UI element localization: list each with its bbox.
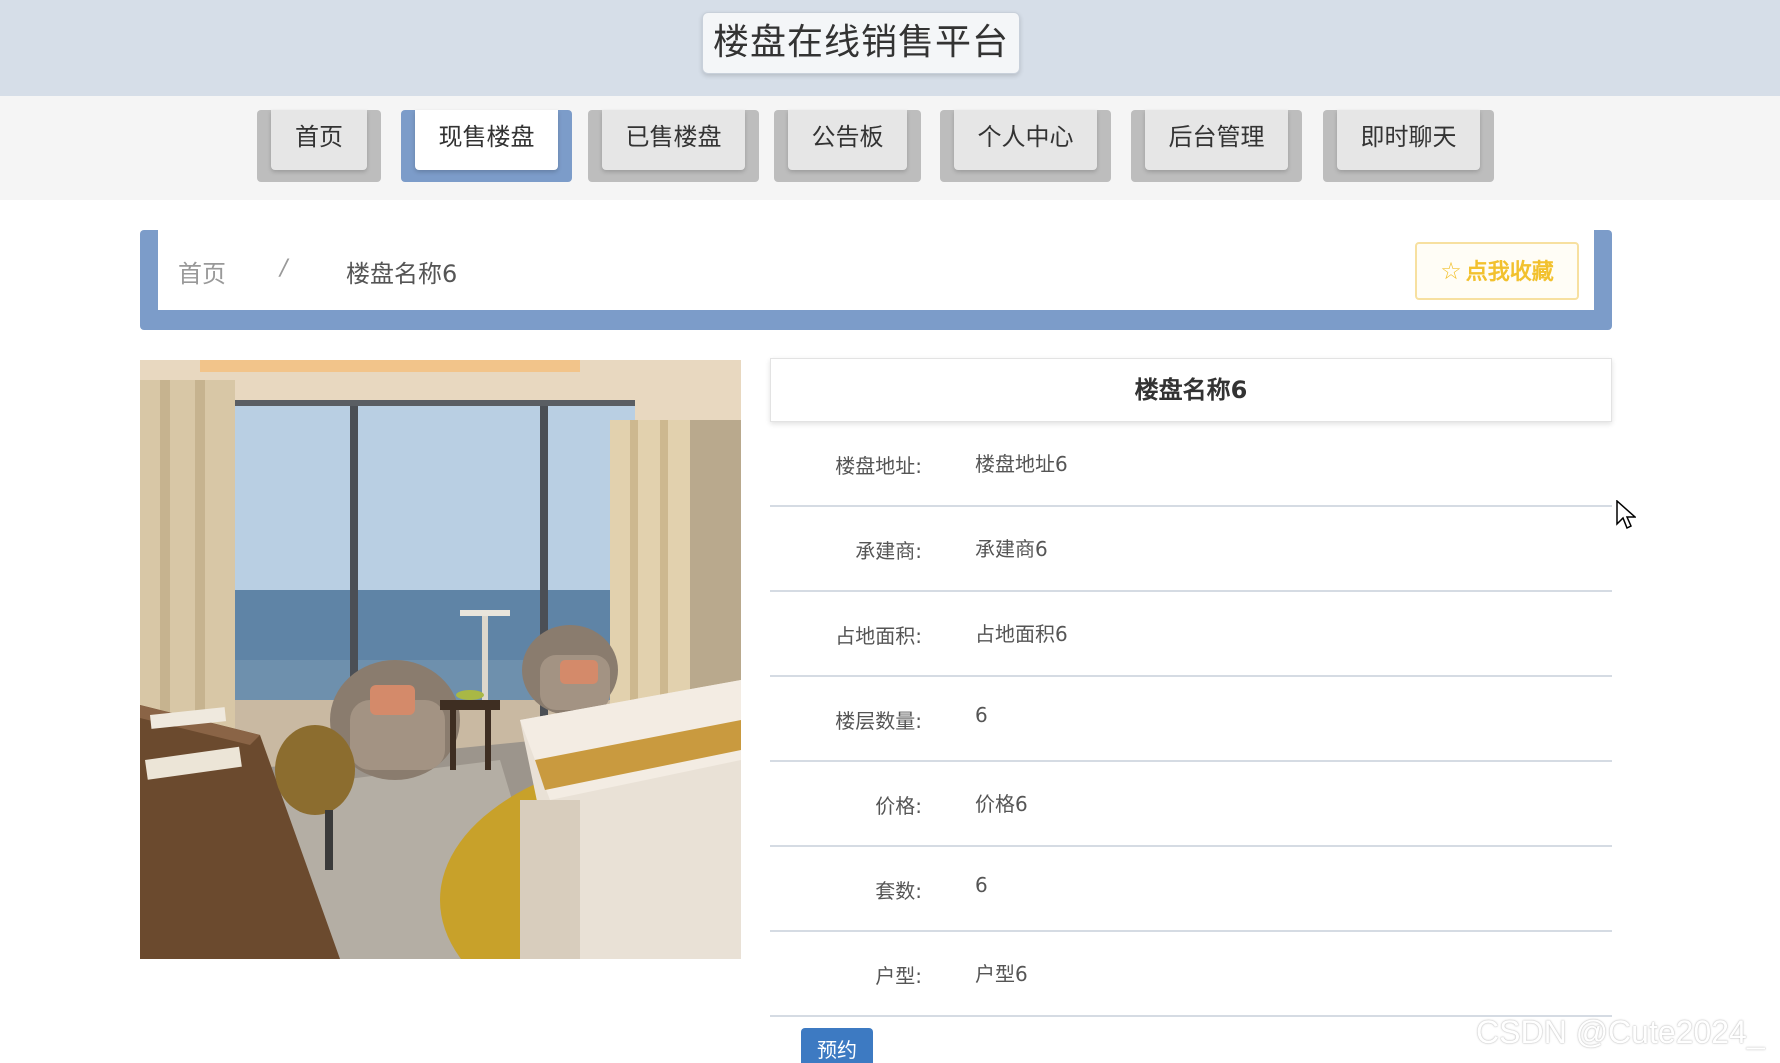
info-row-units: 套数: 6 [770, 847, 1612, 932]
site-header: 楼盘在线销售平台 [0, 0, 1780, 96]
nav-sold[interactable]: 已售楼盘 [588, 110, 759, 182]
favorite-label: 点我收藏 [1465, 260, 1554, 285]
mouse-cursor-icon [1616, 499, 1637, 534]
nav-label: 首页 [271, 110, 367, 170]
info-row-area: 占地面积: 占地面积6 [770, 592, 1612, 677]
nav-label: 个人中心 [954, 110, 1097, 170]
info-label: 楼盘地址: [835, 454, 922, 478]
nav-label: 后台管理 [1145, 110, 1288, 170]
info-label: 承建商: [855, 539, 922, 563]
watermark: CSDN @Cute2024_ [1476, 1014, 1765, 1050]
info-value: 户型6 [975, 962, 1028, 986]
info-value: 6 [975, 873, 988, 897]
info-label: 价格: [875, 794, 922, 818]
favorite-button[interactable]: ☆ 点我收藏 [1415, 242, 1579, 300]
info-row-address: 楼盘地址: 楼盘地址6 [770, 422, 1612, 507]
nav-label: 已售楼盘 [602, 110, 745, 170]
info-row-floors: 楼层数量: 6 [770, 677, 1612, 762]
info-label: 户型: [875, 964, 922, 988]
property-name: 楼盘名称6 [770, 358, 1612, 422]
site-title: 楼盘在线销售平台 [702, 12, 1020, 74]
info-label: 楼层数量: [835, 709, 922, 733]
property-photo [140, 360, 741, 959]
info-row-price: 价格: 价格6 [770, 762, 1612, 847]
info-value: 承建商6 [975, 537, 1048, 561]
info-label: 套数: [875, 879, 922, 903]
info-label: 占地面积: [835, 624, 922, 648]
breadcrumb-home-link[interactable]: 首页 [178, 254, 226, 289]
info-value: 楼盘地址6 [975, 452, 1068, 476]
info-row-layout: 户型: 户型6 [770, 932, 1612, 1017]
nav-chat[interactable]: 即时聊天 [1323, 110, 1494, 182]
info-value: 占地面积6 [975, 622, 1068, 646]
nav-on-sale[interactable]: 现售楼盘 [401, 110, 572, 182]
nav-notice-board[interactable]: 公告板 [774, 110, 921, 182]
book-button[interactable]: 预约 [801, 1028, 873, 1063]
breadcrumb-separator: / [280, 256, 288, 281]
nav-label: 即时聊天 [1337, 110, 1480, 170]
star-outline-icon: ☆ [1440, 257, 1462, 285]
info-row-builder: 承建商: 承建商6 [770, 507, 1612, 592]
main-nav: 首页 现售楼盘 已售楼盘 公告板 个人中心 后台管理 即时聊天 [0, 96, 1780, 200]
nav-admin[interactable]: 后台管理 [1131, 110, 1302, 182]
nav-label: 现售楼盘 [415, 110, 558, 170]
nav-personal-center[interactable]: 个人中心 [940, 110, 1111, 182]
info-value: 价格6 [975, 792, 1028, 816]
nav-home[interactable]: 首页 [257, 110, 381, 182]
info-value: 6 [975, 703, 988, 727]
nav-label: 公告板 [788, 110, 907, 170]
breadcrumb-current: 楼盘名称6 [346, 260, 458, 288]
